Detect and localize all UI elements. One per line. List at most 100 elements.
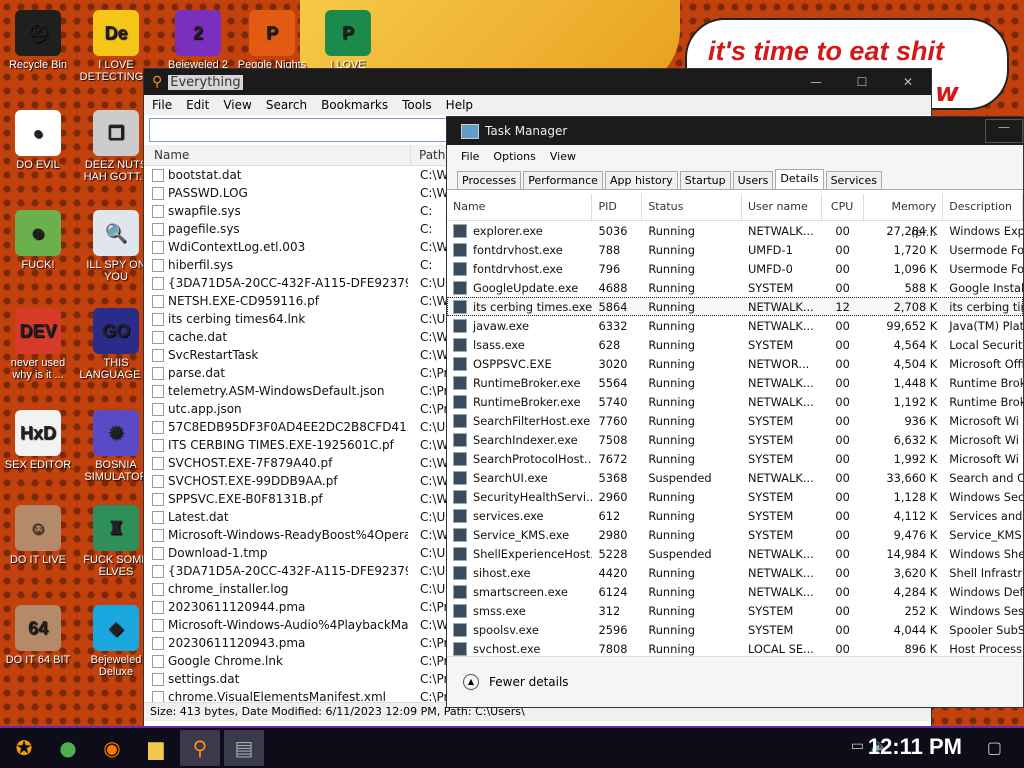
column-header-description[interactable]: Description [943,194,1023,220]
table-row[interactable]: fontdrvhost.exe 788 Running UMFD-1 00 1,720 K… [447,240,1023,259]
menu-item[interactable]: Help [446,98,473,112]
close-icon[interactable]: ✕ [885,75,931,89]
process-memory: 27,284 K [886,223,938,238]
chrome-icon[interactable]: ● [48,730,88,766]
table-row[interactable]: fontdrvhost.exe 796 Running UMFD-0 00 1,096 K… [447,259,1023,278]
menu-item[interactable]: Edit [186,98,209,112]
explorer-icon[interactable]: ▆ [136,730,176,766]
tab-startup[interactable]: Startup [679,171,731,189]
app-icon: ❐ [93,110,139,156]
chevron-up-icon[interactable]: ▲ [463,674,479,690]
column-header-memory[interactable]: Memory (pr... [864,194,944,239]
table-row[interactable]: ShellExperienceHost... 5228 Suspended NETWA… [447,544,1023,563]
file-name: Microsoft-Windows-ReadyBoost%4Operationa… [168,528,408,542]
process-name-cell: fontdrvhost.exe [447,261,592,276]
process-icon [453,527,467,542]
menu-item[interactable]: View [223,98,251,112]
file-name-cell: bootstat.dat [144,168,408,182]
everything-icon[interactable]: ⚲ [180,730,220,766]
fewer-details-button[interactable]: Fewer details [489,675,569,689]
desktop-icon[interactable]: ⛑ Recycle Bin [0,10,76,71]
process-description: Host Process [949,641,1023,656]
process-name-cell: SearchIndexer.exe [447,432,592,447]
process-cpu: 00 [835,546,850,561]
menu-item[interactable]: View [550,150,576,163]
desktop-icon[interactable]: HxD SEX EDITOR [0,410,76,471]
table-row[interactable]: lsass.exe 628 Running SYSTEM 00 4,564 K Local … [447,335,1023,354]
table-row[interactable]: SecurityHealthServi... 2960 Running SYSTEM 0… [447,487,1023,506]
desktop-icon[interactable]: DEV never used why is it ... [0,308,76,381]
network-icon[interactable]: ▭ [851,738,864,754]
column-header-status[interactable]: Status [642,194,742,220]
desktop-icon[interactable]: ☺ DO IT LIVE [0,505,76,566]
desktop-icon[interactable]: PI LOVE [310,10,386,71]
column-header-path[interactable]: Path [411,148,445,162]
process-cpu: 00 [835,356,850,371]
process-name-cell: GoogleUpdate.exe [447,280,592,295]
table-row[interactable]: smss.exe 312 Running SYSTEM 00 252 K Windows S… [447,601,1023,620]
column-header-user[interactable]: User name [742,194,822,220]
table-row[interactable]: Service_KMS.exe 2980 Running SYSTEM 00 9,476 … [447,525,1023,544]
table-row[interactable]: services.exe 612 Running SYSTEM 00 4,112 K Ser… [447,506,1023,525]
table-row[interactable]: SearchUI.exe 5368 Suspended NETWALK... 00 33,… [447,468,1023,487]
process-memory: 3,620 K [893,565,938,580]
tab-performance[interactable]: Performance [523,171,603,189]
process-cpu: 00 [835,223,850,238]
process-name: ShellExperienceHost... [473,546,593,561]
table-row[interactable]: GoogleUpdate.exe 4688 Running SYSTEM 00 588 K… [447,278,1023,297]
desktop-icon[interactable]: P Peggle Nights [234,10,310,71]
table-row[interactable]: SearchFilterHost.exe 7760 Running SYSTEM 00 9… [447,411,1023,430]
column-header-pid[interactable]: PID [592,194,643,220]
file-name: Latest.dat [168,510,229,524]
task-manager-titlebar[interactable]: Task Manager — [447,117,1023,145]
table-row[interactable]: RuntimeBroker.exe 5564 Running NETWALK... 00… [447,373,1023,392]
minimize-icon[interactable]: — [793,75,839,89]
tab-users[interactable]: Users [732,171,774,189]
table-row[interactable]: explorer.exe 5036 Running NETWALK... 00 27,28… [447,221,1023,240]
table-row[interactable]: sihost.exe 4420 Running NETWALK... 00 3,620 K… [447,563,1023,582]
table-row[interactable]: SearchProtocolHost.... 7672 Running SYSTEM 0… [447,449,1023,468]
tab-details[interactable]: Details [775,169,824,189]
menu-item[interactable]: Tools [402,98,432,112]
file-name-cell: telemetry.ASM-WindowsDefault.json [144,384,408,398]
maximize-icon[interactable]: ☐ [839,75,885,89]
menu-item[interactable]: File [461,150,479,163]
column-header-name[interactable]: Name [447,194,593,220]
process-user: NETWALK... [747,223,814,238]
column-header-cpu[interactable]: CPU [822,194,864,220]
desktop-icon[interactable]: 2 Bejeweled 2 [160,10,236,71]
minimize-icon[interactable]: — [985,119,1023,143]
taskmgr-icon[interactable]: ▤ [224,730,264,766]
table-row[interactable]: its cerbing times.exe 5864 Running NETWALK.… [447,297,1023,316]
table-row[interactable]: smartscreen.exe 6124 Running NETWALK... 00 4,… [447,582,1023,601]
menu-item[interactable]: Search [266,98,307,112]
desktop-icon[interactable]: ● DO EVIL [0,110,76,171]
taskbar-apps: ✪ ● ◉ ▆ ⚲ ▤ [0,730,268,766]
start-icon[interactable]: ✪ [4,730,44,766]
process-user: NETWALK... [747,318,814,333]
notifications-icon[interactable]: ▢ [987,738,1002,757]
clock[interactable]: 12:11 PM [868,734,962,760]
everything-titlebar[interactable]: ⚲ Everything — ☐ ✕ [144,69,931,95]
process-icon [453,413,467,428]
table-row[interactable]: SearchIndexer.exe 7508 Running SYSTEM 00 6,63… [447,430,1023,449]
tab-processes[interactable]: Processes [457,171,522,189]
process-icon [453,242,467,257]
process-status: Running [648,318,695,333]
tab-services[interactable]: Services [825,171,882,189]
process-name: SearchProtocolHost.... [473,451,593,466]
footer: ▲ Fewer details [447,656,1023,707]
firefox-icon[interactable]: ◉ [92,730,132,766]
table-row[interactable]: RuntimeBroker.exe 5740 Running NETWALK... 00… [447,392,1023,411]
tab-app-history[interactable]: App history [604,171,678,189]
menu-item[interactable]: File [152,98,172,112]
column-header-name[interactable]: Name [144,145,411,165]
table-row[interactable]: spoolsv.exe 2596 Running SYSTEM 00 4,044 K Spo… [447,620,1023,639]
table-row[interactable]: javaw.exe 6332 Running NETWALK... 00 99,652 K… [447,316,1023,335]
process-memory: 588 K [904,280,938,295]
desktop-icon[interactable]: ☻ FUCK! [0,210,76,271]
menu-item[interactable]: Bookmarks [321,98,388,112]
table-row[interactable]: OSPPSVC.EXE 3020 Running NETWOR... 00 4,504 K… [447,354,1023,373]
menu-item[interactable]: Options [493,150,535,163]
desktop-icon[interactable]: 64 DO IT 64 BIT [0,605,76,666]
